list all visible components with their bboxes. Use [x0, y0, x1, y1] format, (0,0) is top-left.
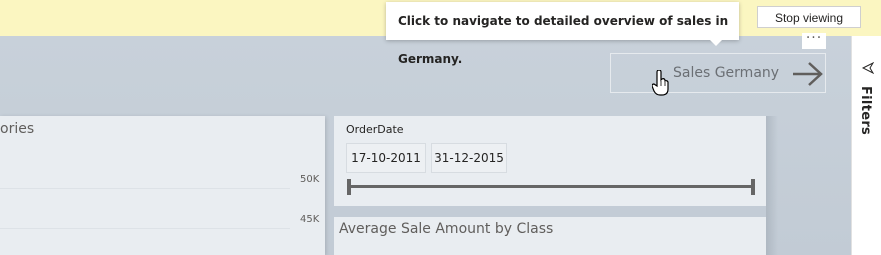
visual-title: Average Sale Amount by Class	[339, 221, 554, 237]
tooltip-pointer	[710, 40, 722, 46]
axis-tick-label: 50K	[300, 174, 320, 185]
filter-funnel-icon	[862, 62, 874, 74]
gridline	[0, 228, 290, 229]
gridline	[0, 188, 290, 189]
slicer-title: OrderDate	[346, 123, 404, 136]
tooltip: Click to navigate to detailed overview o…	[386, 2, 739, 66]
average-sale-visual[interactable]: Average Sale Amount by Class	[334, 217, 766, 255]
start-date-input[interactable]: 17-10-2011	[346, 143, 426, 173]
arrow-right-icon	[793, 62, 823, 86]
visual-shadow	[766, 116, 778, 255]
filters-pane[interactable]: Filters	[851, 36, 881, 255]
chart-title: ories	[0, 121, 35, 137]
filters-label: Filters	[858, 86, 873, 136]
sales-germany-nav-button[interactable]: Sales Germany	[610, 53, 826, 93]
end-date-input[interactable]: 31-12-2015	[431, 143, 507, 173]
order-date-slicer: OrderDate 17-10-2011 31-12-2015	[334, 116, 766, 206]
more-options-button[interactable]: ···	[802, 31, 826, 49]
range-end-handle[interactable]	[751, 179, 755, 195]
hand-cursor-icon	[652, 70, 669, 96]
stop-viewing-button[interactable]: Stop viewing	[757, 6, 861, 28]
axis-tick-label: 45K	[300, 214, 320, 225]
range-start-handle[interactable]	[347, 179, 351, 195]
date-range-track[interactable]	[348, 185, 754, 188]
category-chart-visual[interactable]: ories 50K 45K	[0, 116, 325, 255]
nav-button-label: Sales Germany	[673, 65, 780, 81]
